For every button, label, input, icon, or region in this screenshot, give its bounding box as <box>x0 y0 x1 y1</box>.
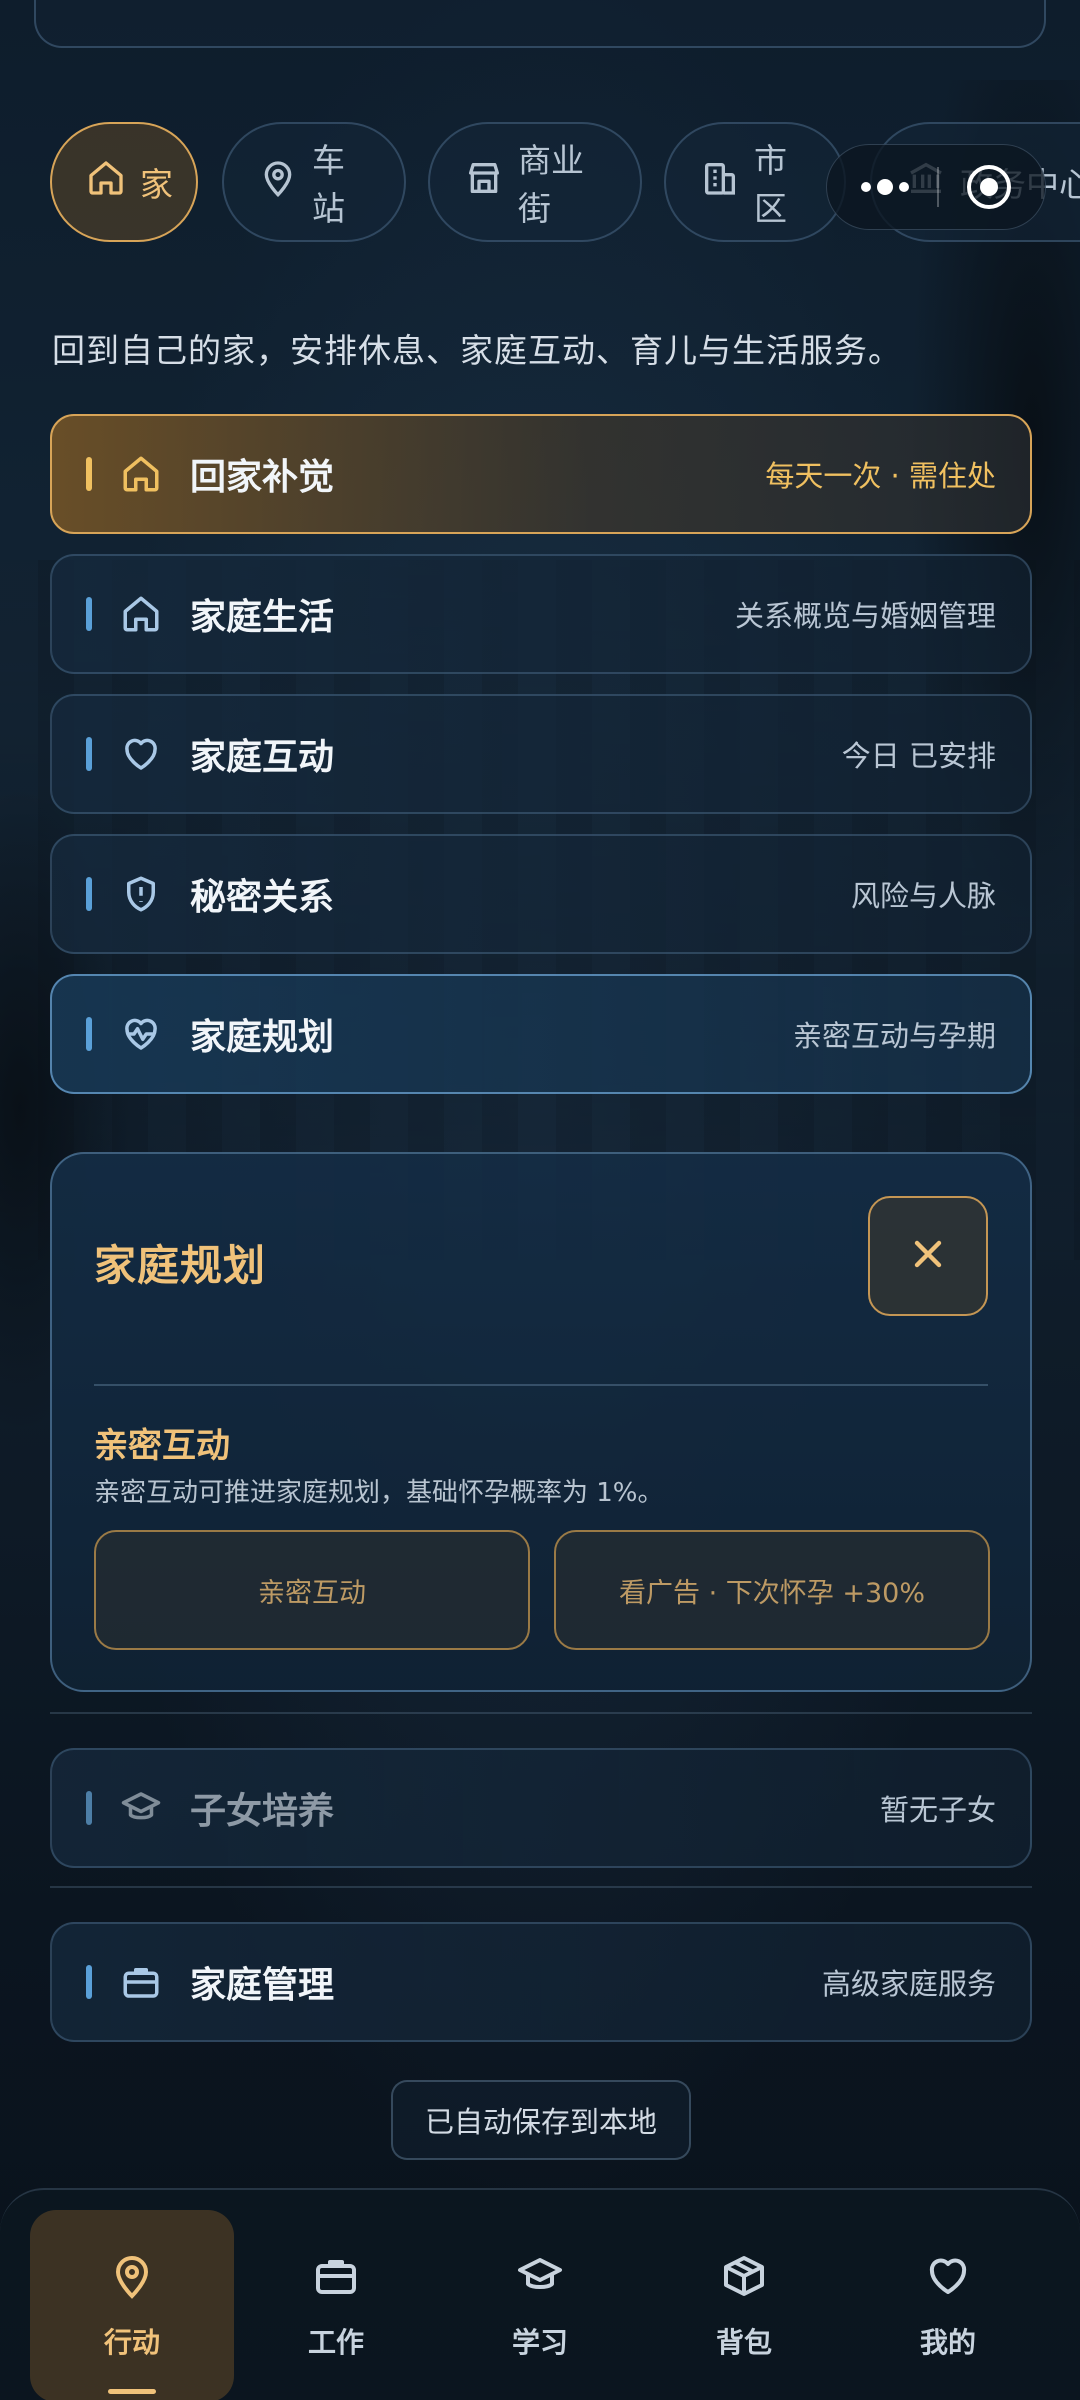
row-title: 回家补觉 <box>190 457 335 498</box>
heart-icon <box>120 733 162 775</box>
map-pin-icon <box>258 158 298 206</box>
watch-ad-button[interactable]: 看广告 · 下次怀孕 +30% <box>554 1530 990 1650</box>
section-description: 亲密互动可推进家庭规划，基础怀孕概率为 1%。 <box>94 1478 664 1508</box>
row-meta: 关系概览与婚姻管理 <box>734 599 996 633</box>
close-icon <box>906 1232 950 1280</box>
row-family-management[interactable]: 家庭管理 高级家庭服务 <box>50 1922 1032 2042</box>
row-accent-bar <box>86 877 92 911</box>
home-icon <box>120 453 162 495</box>
heart-icon <box>924 2252 972 2307</box>
graduation-cap-icon <box>120 1787 162 1829</box>
row-secret-relationship[interactable]: 秘密关系 风险与人脉 <box>50 834 1032 954</box>
tab-study[interactable]: 学习 <box>438 2210 642 2400</box>
chip-street[interactable]: 商业街 <box>428 122 642 242</box>
tab-action[interactable]: 行动 <box>30 2210 234 2400</box>
row-home-nap[interactable]: 回家补觉 每天一次 · 需住处 <box>50 414 1032 534</box>
row-title: 家庭互动 <box>190 737 335 778</box>
capsule-divider <box>937 167 939 207</box>
tab-label: 工作 <box>307 2325 364 2359</box>
row-title: 家庭规划 <box>190 1017 335 1058</box>
miniprogram-capsule <box>826 144 1046 230</box>
chip-label: 市区 <box>754 141 787 228</box>
map-pin-icon <box>108 2252 156 2307</box>
chip-downtown[interactable]: 市区 <box>664 122 846 242</box>
tab-label: 行动 <box>103 2325 160 2359</box>
shield-alert-icon <box>120 873 162 915</box>
building-icon <box>700 158 740 206</box>
chip-station[interactable]: 车站 <box>222 122 406 242</box>
close-button[interactable] <box>868 1196 988 1316</box>
chip-label: 商业街 <box>518 141 584 228</box>
row-meta: 暂无子女 <box>879 1793 996 1827</box>
row-meta: 风险与人脉 <box>850 879 996 913</box>
chip-label: 车站 <box>312 141 345 228</box>
chip-home[interactable]: 家 <box>50 122 198 242</box>
autosave-status: 已自动保存到本地 <box>391 2080 691 2160</box>
intimate-interaction-button[interactable]: 亲密互动 <box>94 1530 530 1650</box>
row-meta: 高级家庭服务 <box>821 1967 996 2001</box>
store-icon <box>464 158 504 206</box>
row-title: 家庭生活 <box>190 597 335 638</box>
row-title: 秘密关系 <box>190 877 335 918</box>
row-title: 家庭管理 <box>190 1965 335 2006</box>
home-icon <box>86 158 126 206</box>
briefcase-icon <box>120 1961 162 2003</box>
panel-divider <box>94 1384 988 1386</box>
row-accent-bar <box>86 737 92 771</box>
tab-work[interactable]: 工作 <box>234 2210 438 2400</box>
row-title: 子女培养 <box>190 1791 335 1832</box>
briefcase-icon <box>312 2252 360 2307</box>
row-accent-bar <box>86 1965 92 1999</box>
row-meta: 每天一次 · 需住处 <box>765 459 996 493</box>
row-accent-bar <box>86 597 92 631</box>
tab-label: 我的 <box>919 2325 976 2359</box>
bottom-tab-bar: 行动 工作 学习 背包 我的 <box>0 2188 1080 2400</box>
more-icon[interactable] <box>861 179 910 195</box>
row-family-interaction[interactable]: 家庭互动 今日 已安排 <box>50 694 1032 814</box>
family-planning-panel: 家庭规划 亲密互动 亲密互动可推进家庭规划，基础怀孕概率为 1%。 亲密互动 看… <box>50 1152 1032 1692</box>
tab-label: 学习 <box>511 2325 568 2359</box>
box-icon <box>720 2252 768 2307</box>
top-card-partial <box>34 0 1046 48</box>
tab-profile[interactable]: 我的 <box>846 2210 1050 2400</box>
row-accent-bar <box>86 1791 92 1825</box>
tab-label: 背包 <box>715 2325 772 2359</box>
row-family-planning[interactable]: 家庭规划 亲密互动与孕期 <box>50 974 1032 1094</box>
divider <box>50 1886 1032 1888</box>
row-accent-bar <box>86 457 92 491</box>
row-accent-bar <box>86 1017 92 1051</box>
heart-pulse-icon <box>120 1013 162 1055</box>
row-meta: 亲密互动与孕期 <box>792 1019 996 1053</box>
row-family-life[interactable]: 家庭生活 关系概览与婚姻管理 <box>50 554 1032 674</box>
chip-label: 家 <box>140 165 173 204</box>
panel-title: 家庭规划 <box>94 1241 267 1290</box>
home-icon <box>120 593 162 635</box>
divider <box>50 1712 1032 1714</box>
row-child-education[interactable]: 子女培养 暂无子女 <box>50 1748 1032 1868</box>
active-indicator <box>108 2389 156 2394</box>
tab-backpack[interactable]: 背包 <box>642 2210 846 2400</box>
row-meta: 今日 已安排 <box>841 739 996 773</box>
location-description: 回到自己的家，安排休息、家庭互动、育儿与生活服务。 <box>52 331 902 370</box>
graduation-cap-icon <box>516 2252 564 2307</box>
section-title: 亲密互动 <box>94 1426 230 1466</box>
close-miniprogram-icon[interactable] <box>966 165 1011 209</box>
